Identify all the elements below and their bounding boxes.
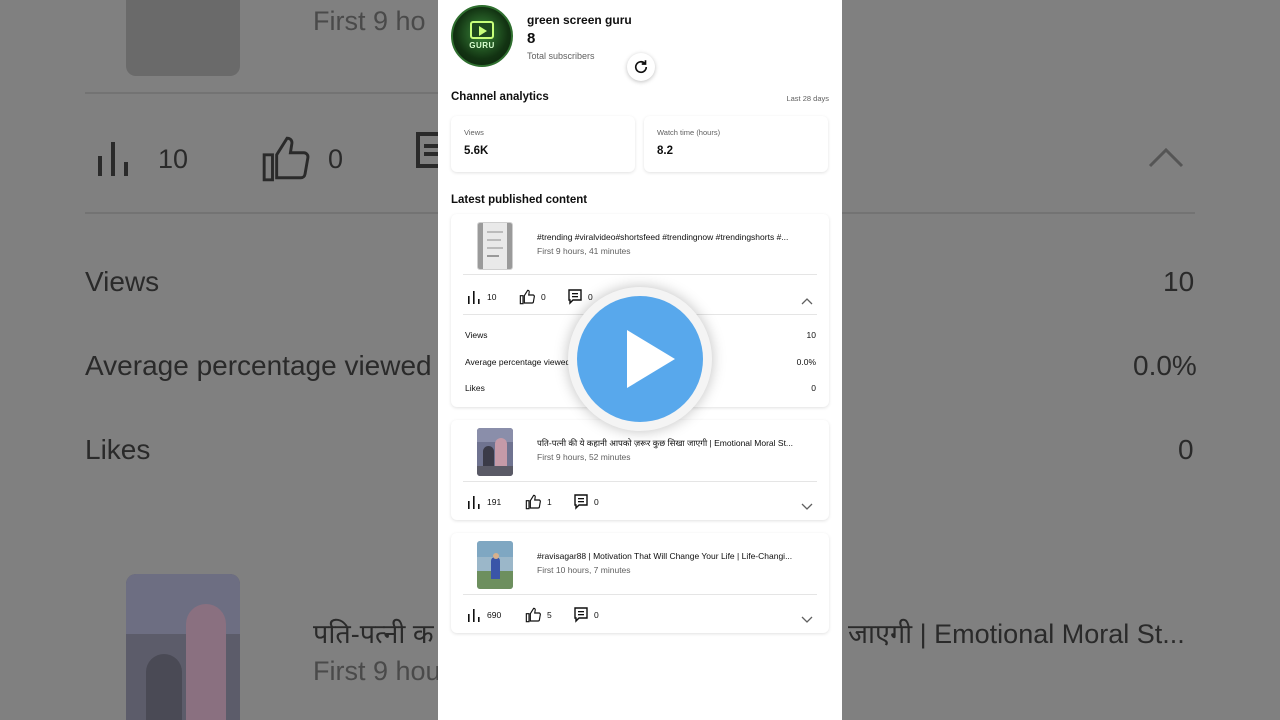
play-button[interactable]	[568, 287, 712, 431]
divider	[463, 481, 817, 482]
video-title-2[interactable]: पति-पत्नी की ये कहानी आपको ज़रूर कुछ सिख…	[537, 438, 817, 449]
chevron-down-icon	[801, 616, 813, 623]
bg-bottom-title-left: पति-पत्नी क	[313, 619, 434, 649]
comments-count-1: 0	[588, 292, 593, 302]
comment-icon	[568, 289, 582, 305]
likes-metric-1: 0	[519, 289, 546, 305]
video-card-2[interactable]: पति-पत्नी की ये कहानी आपको ज़रूर कुछ सिख…	[451, 420, 829, 520]
bg-bottom-title-right: जाएगी | Emotional Moral St...	[848, 619, 1185, 649]
views-metric-2: 191	[467, 495, 501, 509]
video-thumbnail-3[interactable]	[477, 541, 513, 589]
refresh-icon	[634, 60, 648, 74]
bg-comment-icon	[416, 132, 450, 177]
views-card-value: 5.6K	[464, 145, 489, 157]
detail-label-likes: Likes	[465, 383, 485, 393]
bar-chart-icon	[468, 609, 480, 622]
detail-label-avg: Average percentage viewed	[465, 357, 571, 367]
channel-header: GURU green screen guru 8 Total subscribe…	[451, 5, 829, 81]
likes-count-3: 5	[547, 610, 552, 620]
video-title-3[interactable]: #ravisagar88 | Motivation That Will Chan…	[537, 551, 817, 561]
bg-row-likes-value: 0	[1178, 434, 1194, 465]
divider	[463, 594, 817, 595]
channel-name: green screen guru	[527, 13, 632, 27]
bg-likes-count: 0	[328, 144, 344, 174]
likes-metric-2: 1	[525, 494, 552, 510]
chevron-down-icon	[801, 503, 813, 510]
comment-icon	[574, 494, 588, 510]
bar-chart-icon	[468, 291, 480, 304]
detail-label-views: Views	[465, 330, 488, 340]
analytics-period: Last 28 days	[786, 94, 829, 103]
bg-thumbnail-bottom	[126, 574, 240, 720]
bg-divider-2	[85, 212, 438, 214]
channel-avatar[interactable]: GURU	[451, 5, 513, 67]
bar-chart-icon	[468, 496, 480, 509]
comment-icon	[574, 607, 588, 623]
expand-button-3[interactable]	[801, 611, 813, 629]
video-thumbnail-2[interactable]	[477, 428, 513, 476]
video-time-3: First 10 hours, 7 minutes	[537, 565, 631, 575]
views-count-3: 690	[487, 610, 502, 620]
bg-divider	[85, 92, 438, 94]
subscriber-count: 8	[527, 30, 536, 47]
like-icon	[525, 494, 541, 510]
analytics-title: Channel analytics	[451, 91, 549, 103]
detail-value-likes: 0	[811, 383, 816, 393]
bg-views-icon	[96, 140, 132, 183]
bg-row-views-value: 10	[1163, 266, 1195, 297]
play-icon	[627, 330, 675, 388]
watch-time-value: 8.2	[657, 145, 673, 157]
bg-row-views-label: Views	[85, 266, 160, 297]
avatar-logo-text: GURU	[469, 41, 495, 50]
watch-time-card[interactable]: Watch time (hours) 8.2	[644, 116, 828, 172]
comments-metric-1: 0	[568, 289, 593, 305]
divider	[463, 274, 817, 275]
bg-divider-3	[842, 212, 1195, 214]
comments-metric-2: 0	[574, 494, 599, 510]
video-card-3[interactable]: #ravisagar88 | Motivation That Will Chan…	[451, 533, 829, 633]
chevron-up-icon	[801, 298, 813, 305]
like-icon	[525, 607, 541, 623]
likes-metric-3: 5	[525, 607, 552, 623]
likes-count-1: 0	[541, 292, 546, 302]
comments-count-3: 0	[594, 610, 599, 620]
video-thumbnail-1[interactable]	[477, 222, 513, 270]
collapse-button-1[interactable]	[801, 292, 813, 310]
detail-value-avg: 0.0%	[796, 357, 816, 367]
play-circle	[577, 296, 703, 422]
latest-content-title: Latest published content	[451, 194, 588, 206]
views-metric-3: 690	[467, 608, 501, 622]
bg-like-icon	[260, 134, 310, 189]
bg-chevron-up-icon	[1148, 146, 1184, 173]
views-count-1: 10	[487, 292, 497, 302]
expand-button-2[interactable]	[801, 498, 813, 516]
comments-count-2: 0	[594, 497, 599, 507]
video-time-1: First 9 hours, 41 minutes	[537, 246, 631, 256]
views-card-label: Views	[464, 128, 484, 137]
video-title-1[interactable]: #trending #viralvideo#shortsfeed #trendi…	[537, 232, 817, 242]
bg-views-count: 10	[158, 144, 189, 174]
views-metric-1: 10	[467, 290, 496, 304]
watch-time-label: Watch time (hours)	[657, 128, 721, 137]
refresh-button[interactable]	[627, 53, 655, 81]
like-icon	[519, 289, 535, 305]
bg-thumbnail-top	[126, 0, 240, 76]
views-card[interactable]: Views 5.6K	[451, 116, 635, 172]
bg-top-time: First 9 ho	[313, 6, 426, 36]
bg-row-avg-value: 0.0%	[1133, 350, 1197, 381]
bg-row-avg-label: Average percentage viewed	[85, 350, 432, 381]
detail-value-views: 10	[806, 330, 816, 340]
tv-icon	[470, 21, 494, 39]
video-time-2: First 9 hours, 52 minutes	[537, 452, 631, 462]
likes-count-2: 1	[547, 497, 552, 507]
bg-row-likes-label: Likes	[85, 434, 151, 465]
comments-metric-3: 0	[574, 607, 599, 623]
views-count-2: 191	[487, 497, 502, 507]
bg-bottom-time: First 9 hou	[313, 656, 441, 686]
subscriber-label: Total subscribers	[527, 51, 595, 61]
